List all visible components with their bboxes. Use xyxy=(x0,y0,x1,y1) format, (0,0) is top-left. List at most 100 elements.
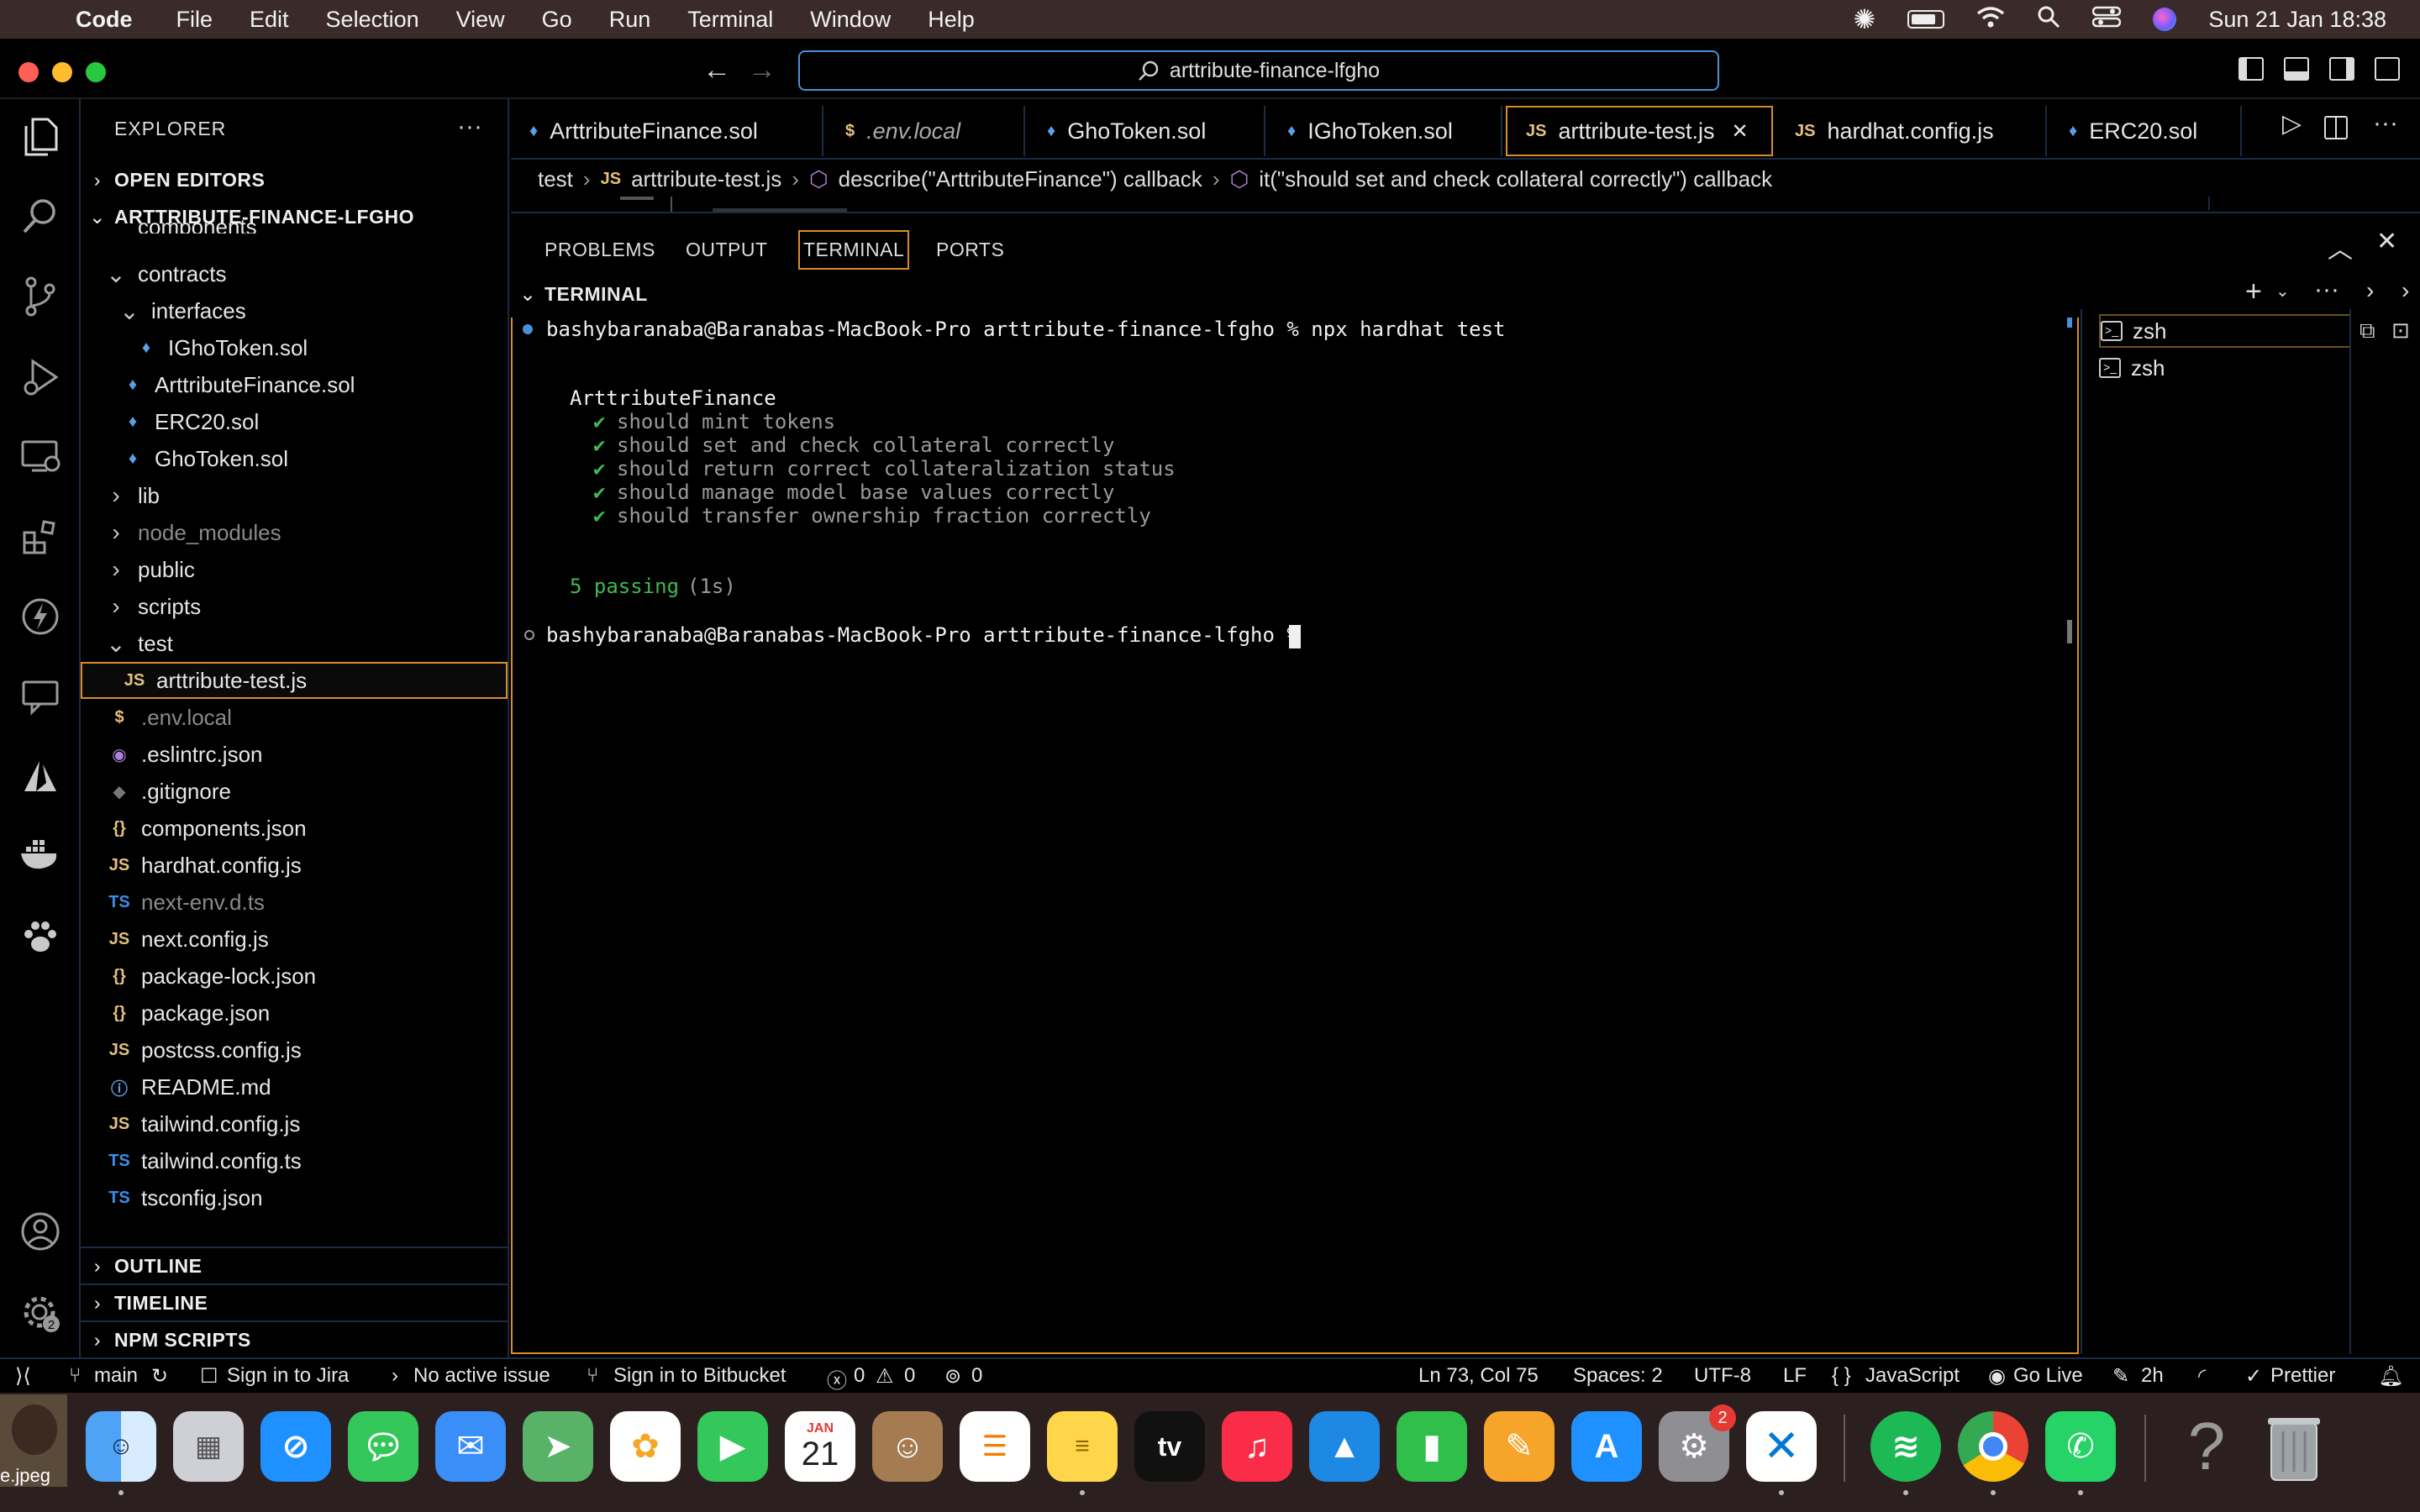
menu-help[interactable]: Help xyxy=(928,7,975,33)
loading-icon[interactable]: ◜ xyxy=(2198,1364,2206,1389)
tree-item[interactable]: JS postcss.config.js xyxy=(81,1032,508,1068)
split-editor-icon[interactable] xyxy=(2324,116,2348,139)
file-encoding[interactable]: UTF-8 xyxy=(1694,1364,1751,1388)
mail-icon[interactable]: ✉ xyxy=(435,1411,506,1482)
tree-item[interactable]: TS tailwind.config.ts xyxy=(81,1142,508,1179)
tree-item[interactable]: ◉ .eslintrc.json xyxy=(81,736,508,773)
tree-item[interactable]: {} package-lock.json xyxy=(81,958,508,995)
chevron-right-icon[interactable]: › xyxy=(2366,277,2374,304)
back-arrow-icon[interactable]: ← xyxy=(702,54,731,87)
editor-tab[interactable]: JS arttribute-test.js ✕ xyxy=(1506,106,1773,156)
close-tab-icon[interactable]: ✕ xyxy=(1732,119,1749,144)
siri-icon[interactable] xyxy=(2153,8,2177,31)
new-terminal-plus-icon[interactable]: + xyxy=(2245,276,2262,308)
warnings-count[interactable]: 0 xyxy=(904,1364,915,1388)
outline-section[interactable]: › OUTLINE xyxy=(81,1247,508,1284)
menu-view[interactable]: View xyxy=(456,7,505,33)
contacts-icon[interactable]: ☺ xyxy=(872,1411,943,1482)
menu-app-name[interactable]: Code xyxy=(76,7,133,33)
messages-icon[interactable]: 💬︎ xyxy=(348,1411,418,1482)
tree-item[interactable]: $ .env.local xyxy=(81,699,508,736)
tree-item[interactable]: ⓘ README.md xyxy=(81,1068,508,1105)
explorer-files-icon[interactable] xyxy=(18,116,62,160)
tree-item[interactable]: {} components.json xyxy=(81,810,508,847)
trash-icon[interactable] xyxy=(2259,1411,2329,1482)
terminal-instance-2[interactable]: >_ zsh xyxy=(2099,351,2351,385)
toggle-primary-sidebar-icon[interactable] xyxy=(2238,57,2264,81)
tree-item[interactable]: ♦ ERC20.sol xyxy=(81,403,508,440)
tree-item[interactable]: › scripts xyxy=(81,588,508,625)
source-control-icon[interactable] xyxy=(18,276,62,319)
brightness-icon[interactable]: ✺ xyxy=(1854,3,1876,35)
warnings-icon[interactable]: ⚠ xyxy=(876,1364,894,1389)
tree-item[interactable]: JS arttribute-test.js xyxy=(81,662,508,699)
toggle-secondary-sidebar-icon[interactable] xyxy=(2329,57,2354,81)
breadcrumb-folder[interactable]: test xyxy=(538,166,573,192)
tree-item[interactable]: JS tailwind.config.js xyxy=(81,1105,508,1142)
tree-item[interactable]: TS next-env.d.ts xyxy=(81,884,508,921)
coding-time[interactable]: 2h xyxy=(2141,1364,2164,1388)
menu-selection[interactable]: Selection xyxy=(326,7,419,33)
tree-item[interactable]: ♦ GhoToken.sol xyxy=(81,440,508,477)
photos-icon[interactable]: ✿ xyxy=(610,1411,681,1482)
git-branch-label[interactable]: main xyxy=(94,1364,138,1388)
breadcrumb-file[interactable]: arttribute-test.js xyxy=(631,166,781,192)
menu-window[interactable]: Window xyxy=(810,7,891,33)
minimize-window-button[interactable] xyxy=(52,62,72,82)
terminal-more-actions-icon[interactable]: ··· xyxy=(2314,276,2339,304)
bitbucket-icon[interactable]: ⑂ xyxy=(587,1364,598,1388)
run-file-icon[interactable]: ▷ xyxy=(2282,109,2302,139)
forward-arrow-icon[interactable]: → xyxy=(748,54,776,87)
scrollbar-marker[interactable] xyxy=(2067,318,2072,328)
music-icon[interactable]: ♫ xyxy=(1222,1411,1292,1482)
facetime-icon[interactable]: ▶ xyxy=(697,1411,768,1482)
tree-item[interactable]: JS hardhat.config.js xyxy=(81,847,508,884)
reminders-icon[interactable]: ☰ xyxy=(960,1411,1030,1482)
panel-tab-ports[interactable]: PORTS xyxy=(936,239,1004,261)
errors-count[interactable]: 0 xyxy=(854,1364,865,1388)
jira-icon[interactable]: ☐ xyxy=(200,1364,218,1389)
numbers-icon[interactable]: ▮ xyxy=(1397,1411,1467,1482)
menu-run[interactable]: Run xyxy=(609,7,651,33)
command-center-search[interactable]: arttribute-finance-lfgho xyxy=(798,50,1719,91)
menu-go[interactable]: Go xyxy=(542,7,572,33)
system-settings-icon[interactable]: ⚙ 2 xyxy=(1659,1404,1736,1482)
language-mode[interactable]: JavaScript xyxy=(1865,1364,1960,1388)
pages-icon[interactable]: ✎ xyxy=(1484,1411,1555,1482)
more-actions-icon[interactable]: ··· xyxy=(457,113,482,141)
tree-item[interactable]: components xyxy=(81,220,508,234)
errors-icon[interactable]: ⓧ xyxy=(827,1364,847,1394)
terminal-output[interactable]: bashybaranaba@Baranabas-MacBook-Pro artt… xyxy=(511,318,2079,1354)
spotlight-search-icon[interactable] xyxy=(2037,5,2060,34)
tree-item[interactable]: {} package.json xyxy=(81,995,508,1032)
menu-file[interactable]: File xyxy=(176,7,213,33)
menu-clock[interactable]: Sun 21 Jan 18:38 xyxy=(2208,7,2386,33)
line-ending[interactable]: LF xyxy=(1783,1364,1807,1388)
chevron-down-icon[interactable]: ⌄ xyxy=(511,282,544,307)
vscode-icon[interactable]: ✕ xyxy=(1746,1411,1817,1482)
tree-item[interactable]: ⌄ contracts xyxy=(81,255,508,292)
chevron-down-icon[interactable]: ⌄ xyxy=(2275,281,2290,302)
tree-item[interactable]: JS next.config.js xyxy=(81,921,508,958)
app-store-icon[interactable]: A xyxy=(1571,1411,1642,1482)
breadcrumb-it[interactable]: it("should set and check collateral corr… xyxy=(1259,166,1772,192)
ports-icon[interactable]: ⊚ xyxy=(944,1364,961,1389)
finder-icon[interactable]: ☺ xyxy=(86,1411,156,1482)
apple-tv-icon[interactable]: tv xyxy=(1134,1411,1205,1482)
prettier-status[interactable]: Prettier xyxy=(2270,1364,2335,1388)
issue-icon[interactable]: › xyxy=(392,1364,398,1388)
terminal-instance-1[interactable]: >_ zsh xyxy=(2099,314,2351,348)
kill-terminal-icon[interactable]: ⊡ xyxy=(2391,318,2410,344)
close-panel-icon[interactable]: ✕ xyxy=(2376,227,2397,256)
extensions-icon[interactable] xyxy=(18,517,62,561)
wakatime-icon[interactable]: ✎ xyxy=(2112,1364,2129,1389)
split-terminal-icon[interactable]: ⧉ xyxy=(2360,318,2375,344)
command-status-dot[interactable] xyxy=(523,324,533,334)
chrome-icon[interactable] xyxy=(1958,1411,2028,1482)
notifications-bell-icon[interactable]: 🔔︎ xyxy=(2378,1364,2403,1389)
azure-icon[interactable] xyxy=(18,758,62,801)
help-question-icon[interactable]: ? xyxy=(2171,1409,2242,1483)
tree-item[interactable]: TS tsconfig.json xyxy=(81,1179,508,1216)
menu-terminal[interactable]: Terminal xyxy=(687,7,773,33)
editor-tab[interactable]: ♦ ERC20.sol xyxy=(2050,106,2242,156)
